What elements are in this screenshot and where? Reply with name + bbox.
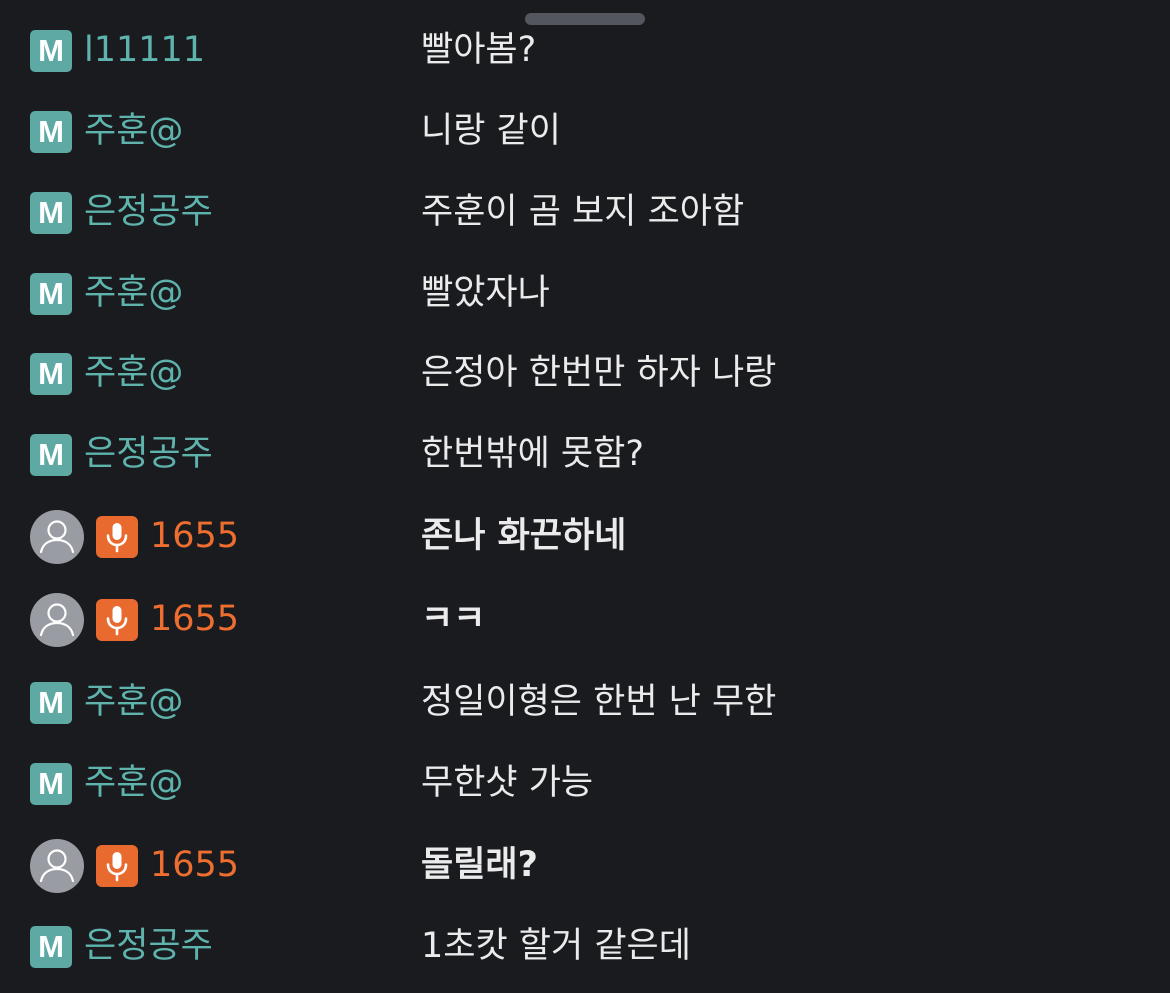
microphone-icon	[96, 516, 138, 558]
default-user-icon	[39, 849, 75, 883]
chat-message-row[interactable]: 1655 존나 화끈하네	[0, 492, 1170, 572]
chat-message-row[interactable]: M 주훈@ 은정아 한번만 하자 나랑	[0, 329, 1170, 409]
chat-nickname[interactable]: 1655	[150, 840, 239, 890]
chat-message-row[interactable]: M 은정공주 한번밖에 못함?	[0, 410, 1170, 490]
profile-avatar[interactable]	[30, 593, 84, 647]
chat-message-text: 니랑 같이	[421, 111, 561, 151]
default-user-icon	[39, 603, 75, 637]
manager-badge: M	[30, 111, 72, 153]
microphone-icon	[96, 599, 138, 641]
chat-message-row[interactable]: M 주훈@ 무한샷 가능	[0, 739, 1170, 819]
chat-message-text: 은정아 한번만 하자 나랑	[421, 353, 777, 393]
profile-avatar[interactable]	[30, 510, 84, 564]
chat-nickname[interactable]: 1655	[150, 594, 239, 644]
chat-message-text: ㅋㅋ	[421, 599, 486, 639]
default-user-icon	[39, 520, 75, 554]
chat-message-row[interactable]: 1655 ㅋㅋ	[0, 575, 1170, 655]
chat-message-row[interactable]: M 은정공주 주훈이 곰 보지 조아함	[0, 168, 1170, 248]
profile-avatar[interactable]	[30, 839, 84, 893]
chat-message-text: 돌릴래?	[421, 845, 538, 885]
chat-message-text: 존나 화끈하네	[421, 516, 627, 556]
chat-message-row[interactable]: M 주훈@ 니랑 같이	[0, 87, 1170, 167]
chat-nickname[interactable]: 은정공주	[84, 921, 213, 971]
chat-message-text: 무한샷 가능	[421, 763, 594, 803]
chat-screen: M l11111 빨아봄? M 주훈@ 니랑 같이 M 은정공주 주훈이 곰 보…	[0, 0, 1170, 993]
manager-badge: M	[30, 926, 72, 968]
chat-message-text: 빨아봄?	[421, 30, 537, 70]
chat-message-text: 주훈이 곰 보지 조아함	[421, 192, 745, 232]
chat-nickname[interactable]: 주훈@	[84, 106, 183, 156]
chat-message-row[interactable]: M 은정공주 1초캇 할거 같은데	[0, 902, 1170, 982]
chat-nickname[interactable]: 1655	[150, 511, 239, 561]
chat-nickname[interactable]: 주훈@	[84, 677, 183, 727]
manager-badge: M	[30, 192, 72, 234]
manager-badge: M	[30, 682, 72, 724]
manager-badge: M	[30, 763, 72, 805]
chat-message-text: 정일이형은 한번 난 무한	[421, 682, 777, 722]
chat-nickname[interactable]: 은정공주	[84, 187, 213, 237]
chat-message-row[interactable]: 1655 돌릴래?	[0, 821, 1170, 901]
chat-nickname[interactable]: 주훈@	[84, 268, 183, 318]
chat-message-text: 빨았자나	[421, 273, 550, 313]
manager-badge: M	[30, 273, 72, 315]
chat-message-row[interactable]: M 주훈@ 정일이형은 한번 난 무한	[0, 658, 1170, 738]
chat-message-row[interactable]: M 주훈@ 빨았자나	[0, 249, 1170, 329]
chat-nickname[interactable]: 은정공주	[84, 429, 213, 479]
microphone-icon	[96, 845, 138, 887]
manager-badge: M	[30, 434, 72, 476]
chat-message-text: 한번밖에 못함?	[421, 434, 644, 474]
chat-nickname[interactable]: l11111	[84, 25, 205, 75]
manager-badge: M	[30, 353, 72, 395]
chat-message-row[interactable]: M l11111 빨아봄?	[0, 6, 1170, 86]
chat-message-text: 1초캇 할거 같은데	[421, 926, 691, 966]
chat-nickname[interactable]: 주훈@	[84, 348, 183, 398]
manager-badge: M	[30, 30, 72, 72]
chat-nickname[interactable]: 주훈@	[84, 758, 183, 808]
